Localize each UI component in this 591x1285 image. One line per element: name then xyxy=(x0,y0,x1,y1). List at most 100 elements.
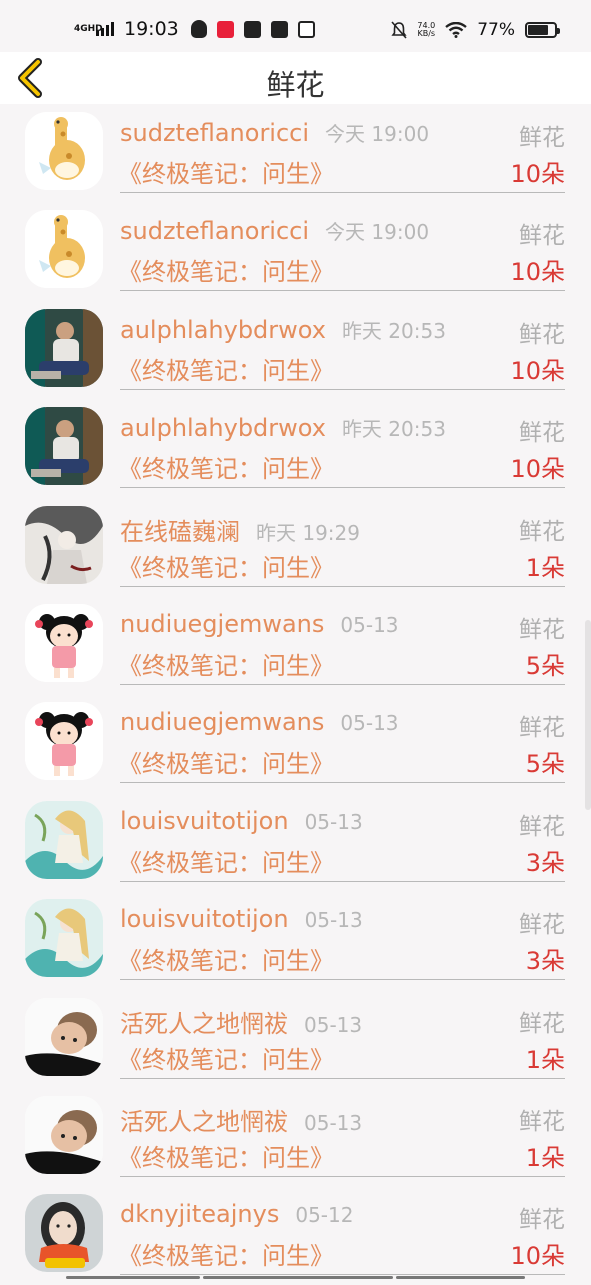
name-line: dknyjiteajnys 05-12 xyxy=(120,1200,353,1228)
book-title[interactable]: 《终极笔记：问生》 xyxy=(118,646,334,681)
name-line: aulphlahybdrwox 昨天 20:53 xyxy=(120,413,446,442)
list-item[interactable]: 活死人之地惘祓05-13鲜花《终极笔记：问生》1朵 xyxy=(0,990,591,1088)
list-item[interactable]: sudzteflanoricci今天 19:00 鲜花《终极笔记：问生》 10朵 xyxy=(0,104,591,202)
nav-bar: 鲜花 xyxy=(0,52,591,104)
book-title[interactable]: 《终极笔记：问生》 xyxy=(118,1236,334,1271)
status-time: 19:03 xyxy=(124,18,179,40)
divider xyxy=(120,1176,565,1177)
man-photo-avatar[interactable] xyxy=(25,309,103,387)
girl-cartoon-avatar[interactable] xyxy=(25,702,103,780)
signal-icon xyxy=(96,22,114,36)
list-item[interactable]: 在线磕巍澜昨天 19:29 鲜花《终极笔记：问生》 1朵 xyxy=(0,498,591,596)
user-name[interactable]: louisvuitotijon xyxy=(120,807,289,835)
timestamp: 昨天 20:53 xyxy=(342,413,446,442)
gift-type: 鲜花 xyxy=(519,708,565,742)
book-title[interactable]: 《终极笔记：问生》 xyxy=(118,449,334,484)
girl-cartoon-avatar[interactable] xyxy=(25,604,103,682)
book-title[interactable]: 《终极笔记：问生》 xyxy=(118,548,334,583)
user-name[interactable]: aulphlahybdrwox xyxy=(120,316,326,344)
list-item[interactable]: aulphlahybdrwox昨天 20:53鲜花《终极笔记：问生》10朵 xyxy=(0,301,591,399)
giraffe-icon-avatar[interactable] xyxy=(25,112,103,190)
ink-art-avatar[interactable] xyxy=(25,506,103,584)
status-left: 4GHD 19:03 xyxy=(74,18,315,40)
status-bar: 4GHD 19:03 74.0 KB/s 77% xyxy=(0,0,591,52)
book-title[interactable]: 《终极笔记：问生》 xyxy=(118,154,334,189)
flower-record-list[interactable]: sudzteflanoricci今天 19:00鲜花《终极笔记：问生》10朵su… xyxy=(0,104,591,1285)
timestamp: 昨天 19:29 xyxy=(256,517,360,546)
gift-type: 鲜花 xyxy=(519,512,565,546)
book-title[interactable]: 《终极笔记：问生》 xyxy=(118,252,334,287)
name-line: 在线磕巍澜昨天 19:29 xyxy=(120,512,360,547)
user-name[interactable]: sudzteflanoricci xyxy=(120,119,309,147)
user-name[interactable]: nudiuegjemwans xyxy=(120,708,324,736)
book-title[interactable]: 《终极笔记：问生》 xyxy=(118,941,334,976)
gift-count: 5朵 xyxy=(526,646,565,681)
battery-fill xyxy=(528,25,548,35)
user-name[interactable]: aulphlahybdrwox xyxy=(120,414,326,442)
book-title[interactable]: 《终极笔记：问生》 xyxy=(118,1040,334,1075)
divider xyxy=(120,1078,565,1079)
gift-type: 鲜花 xyxy=(519,1004,565,1038)
divider xyxy=(120,684,565,685)
battery-icon xyxy=(525,22,557,38)
mail-icon xyxy=(244,21,261,38)
list-item[interactable]: aulphlahybdrwox昨天 20:53鲜花《终极笔记：问生》10朵 xyxy=(0,399,591,497)
giraffe-icon-avatar[interactable] xyxy=(25,210,103,288)
page-title: 鲜花 xyxy=(0,62,591,104)
user-name[interactable]: 活死人之地惘祓 xyxy=(120,1102,288,1137)
child-photo-avatar[interactable] xyxy=(25,1096,103,1174)
user-name[interactable]: sudzteflanoricci xyxy=(120,217,309,245)
child-photo-avatar[interactable] xyxy=(25,998,103,1076)
book-title[interactable]: 《终极笔记：问生》 xyxy=(118,1138,334,1173)
gift-type: 鲜花 xyxy=(519,807,565,841)
list-item[interactable]: louisvuitotijon05-13鲜花《终极笔记：问生》3朵 xyxy=(0,793,591,891)
gift-type: 鲜花 xyxy=(519,1102,565,1136)
list-item[interactable]: dknyjiteajnys05-12鲜花《终极笔记：问生》10朵 xyxy=(0,1186,591,1284)
list-item[interactable]: 活死人之地惘祓05-13鲜花《终极笔记：问生》1朵 xyxy=(0,1088,591,1186)
divider xyxy=(120,881,565,882)
network-type: 4GHD xyxy=(74,25,98,34)
timestamp: 05-13 xyxy=(304,1111,362,1135)
name-line: 活死人之地惘祓05-13 xyxy=(120,1004,362,1039)
gift-type: 鲜花 xyxy=(519,1200,565,1234)
anime-art-avatar[interactable] xyxy=(25,899,103,977)
timestamp: 05-13 xyxy=(340,711,398,735)
divider xyxy=(120,487,565,488)
name-line: sudzteflanoricci今天 19:00 xyxy=(120,118,429,147)
name-line: louisvuitotijon05-13 xyxy=(120,807,363,835)
book-title[interactable]: 《终极笔记：问生》 xyxy=(118,351,334,386)
divider xyxy=(120,979,565,980)
gift-count: 10朵 xyxy=(510,154,565,189)
gift-count: 1朵 xyxy=(526,548,565,583)
list-item[interactable]: louisvuitotijon05-13鲜花《终极笔记：问生》3朵 xyxy=(0,891,591,989)
divider xyxy=(120,782,565,783)
xiaohongshu-icon xyxy=(217,21,234,38)
user-name[interactable]: louisvuitotijon xyxy=(120,905,289,933)
bottom-indicator xyxy=(0,1274,591,1280)
scrollbar-thumb[interactable] xyxy=(585,620,591,810)
anime-art-avatar[interactable] xyxy=(25,801,103,879)
user-name[interactable]: dknyjiteajnys xyxy=(120,1200,279,1228)
gift-type: 鲜花 xyxy=(519,118,565,152)
book-title[interactable]: 《终极笔记：问生》 xyxy=(118,744,334,779)
qq-icon xyxy=(191,20,207,38)
book-title[interactable]: 《终极笔记：问生》 xyxy=(118,843,334,878)
user-name[interactable]: 活死人之地惘祓 xyxy=(120,1004,288,1039)
divider xyxy=(120,290,565,291)
name-line: nudiuegjemwans 05-13 xyxy=(120,708,399,736)
list-item[interactable]: nudiuegjemwans05-13鲜花《终极笔记：问生》5朵 xyxy=(0,596,591,694)
timestamp: 05-12 xyxy=(295,1203,353,1227)
user-name[interactable]: nudiuegjemwans xyxy=(120,610,324,638)
mail-icon-2 xyxy=(271,21,288,38)
man-photo-avatar[interactable] xyxy=(25,407,103,485)
gift-type: 鲜花 xyxy=(519,216,565,250)
list-item[interactable]: nudiuegjemwans05-13鲜花《终极笔记：问生》5朵 xyxy=(0,694,591,792)
user-name[interactable]: 在线磕巍澜 xyxy=(120,512,240,547)
gift-type: 鲜花 xyxy=(519,315,565,349)
list-item[interactable]: sudzteflanoricci今天 19:00鲜花《终极笔记：问生》10朵 xyxy=(0,202,591,300)
speed-unit: KB/s xyxy=(417,29,435,38)
timestamp: 05-13 xyxy=(340,613,398,637)
woman-photo-avatar[interactable] xyxy=(25,1194,103,1272)
name-line: 活死人之地惘祓 05-13 xyxy=(120,1102,362,1137)
gift-count: 10朵 xyxy=(510,252,565,287)
